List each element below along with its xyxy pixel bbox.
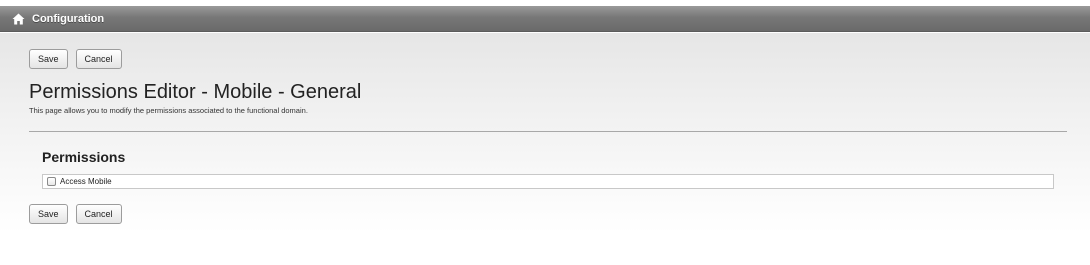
cancel-button-bottom[interactable]: Cancel xyxy=(75,204,122,224)
main-content: Save Cancel Permissions Editor - Mobile … xyxy=(0,33,1090,233)
permission-row-access-mobile[interactable]: Access Mobile xyxy=(42,174,1054,189)
top-toolbar: Save Cancel xyxy=(29,49,122,69)
save-button[interactable]: Save xyxy=(29,49,68,69)
page-title: Permissions Editor - Mobile - General xyxy=(29,81,362,103)
access-mobile-label[interactable]: Access Mobile xyxy=(60,177,112,186)
access-mobile-checkbox[interactable] xyxy=(47,177,56,186)
divider xyxy=(29,131,1067,132)
home-icon[interactable] xyxy=(10,11,26,27)
header-bar: Configuration xyxy=(0,6,1090,32)
page-description: This page allows you to modify the permi… xyxy=(29,106,308,115)
bottom-toolbar: Save Cancel xyxy=(29,204,122,224)
cancel-button[interactable]: Cancel xyxy=(75,49,122,69)
save-button-bottom[interactable]: Save xyxy=(29,204,68,224)
permissions-section-title: Permissions xyxy=(42,149,126,165)
header-title[interactable]: Configuration xyxy=(32,13,104,25)
